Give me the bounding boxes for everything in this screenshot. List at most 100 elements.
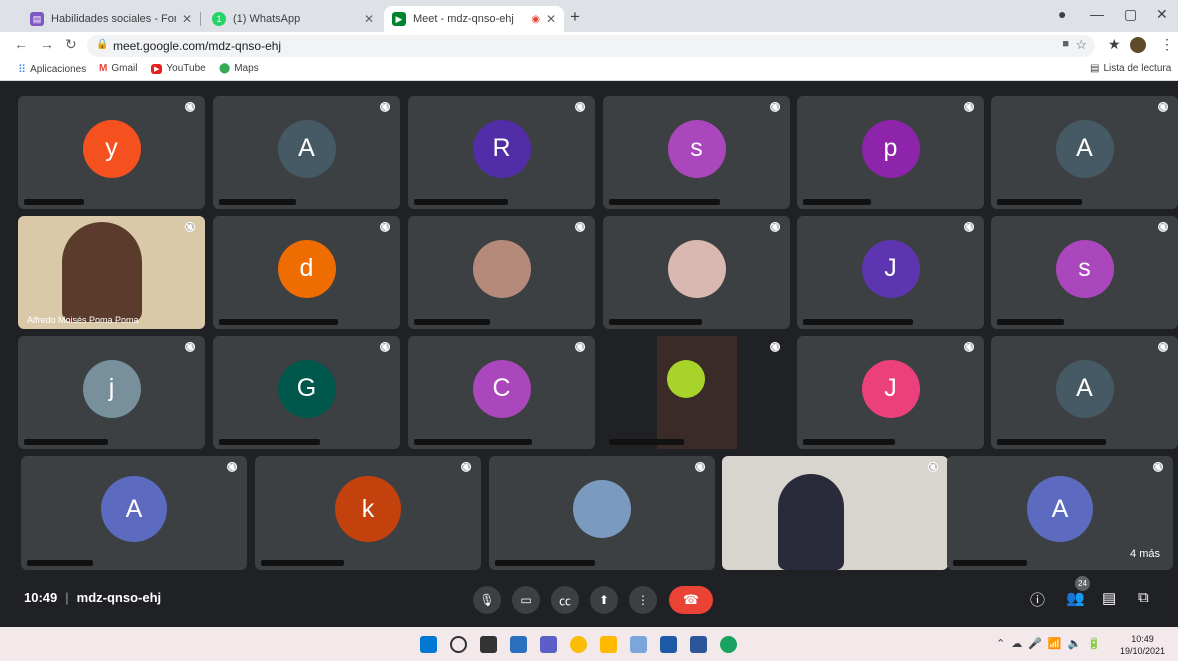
chrome-active-icon[interactable]	[720, 636, 737, 653]
mic-button[interactable]: 🎙	[473, 586, 501, 614]
mic-off-icon: 🔇	[1157, 342, 1169, 352]
participant-tile[interactable]: J 🔇	[797, 216, 984, 329]
store-icon[interactable]	[630, 636, 647, 653]
forward-icon[interactable]: →	[40, 36, 54, 52]
menu-icon[interactable]: ⋮	[1160, 36, 1174, 53]
activities-icon[interactable]: ⧉	[1138, 589, 1149, 606]
camera-icon[interactable]: ■	[1062, 38, 1069, 50]
participant-tile[interactable]: A 🔇	[213, 96, 400, 209]
video-tile-alfredo[interactable]: Alfredo Moisés Poma Poma 🔇	[18, 216, 205, 329]
participant-name	[997, 439, 1106, 445]
search-icon[interactable]	[450, 636, 467, 653]
bookmark-youtube[interactable]: ▶ YouTube	[151, 63, 206, 74]
participant-tile[interactable]: A 🔇	[21, 456, 247, 570]
participant-name	[414, 199, 508, 205]
participant-tile[interactable]: C 🔇	[408, 336, 595, 449]
meeting-code: mdz-qnso-ehj	[76, 590, 162, 605]
tab-whatsapp[interactable]: 1 (1) WhatsApp ✕	[204, 6, 382, 32]
star-icon[interactable]: ☆	[1075, 37, 1087, 53]
participant-tile[interactable]: A 🔇 4 más	[947, 456, 1173, 570]
mic-off-icon: 🔇	[226, 462, 238, 472]
avatar: s	[1055, 239, 1114, 298]
avatar: k	[335, 476, 401, 542]
participant-name	[24, 439, 108, 445]
participant-tile[interactable]: 🔇	[408, 216, 595, 329]
close-icon[interactable]: ✕	[546, 12, 556, 26]
participant-tile[interactable]: y 🔇	[18, 96, 205, 209]
back-icon[interactable]: ←	[14, 36, 28, 52]
participant-tile[interactable]: 🔇	[603, 336, 790, 449]
avatar[interactable]	[1130, 37, 1146, 53]
reload-icon[interactable]: ↻	[65, 36, 77, 53]
captions-button[interactable]: ㏄	[551, 586, 579, 614]
participant-tile[interactable]: j 🔇	[18, 336, 205, 449]
participant-name	[219, 199, 296, 205]
word-icon[interactable]	[690, 636, 707, 653]
participant-name	[997, 199, 1082, 205]
reading-list[interactable]: ▤ Lista de lectura	[1090, 63, 1171, 74]
participant-tile[interactable]: k 🔇	[255, 456, 481, 570]
participant-tile[interactable]: A 🔇	[991, 336, 1178, 449]
profile-icon[interactable]: ●	[1058, 6, 1066, 22]
mic-off-icon: 🔇	[769, 102, 781, 112]
close-icon[interactable]: ✕	[364, 12, 374, 26]
info-icon[interactable]: ⓘ	[1030, 589, 1045, 610]
mic-off-icon: 🔇	[574, 222, 586, 232]
teams-icon[interactable]	[540, 636, 557, 653]
minimize-button[interactable]: —	[1090, 6, 1104, 22]
windows-start-icon[interactable]	[420, 636, 437, 653]
participant-tile[interactable]: p 🔇	[797, 96, 984, 209]
task-view-icon[interactable]	[480, 636, 497, 653]
video-tile-host[interactable]: 🔇	[722, 456, 948, 570]
bookmark-label: Aplicaciones	[30, 64, 87, 75]
participant-tile[interactable]: s 🔇	[991, 216, 1178, 329]
more-participants-label[interactable]: 4 más	[1126, 546, 1164, 562]
participant-tile[interactable]: G 🔇	[213, 336, 400, 449]
camera-feed	[657, 336, 737, 449]
avatar: A	[1055, 119, 1114, 178]
avatar: p	[861, 119, 920, 178]
close-window-button[interactable]: ✕	[1156, 6, 1168, 23]
lock-icon: 🔒	[96, 39, 109, 50]
chat-icon[interactable]: ▤	[1102, 589, 1116, 607]
participant-tile[interactable]: R 🔇	[408, 96, 595, 209]
tab-forms[interactable]: ▤ Habilidades sociales - Formulario ✕	[22, 6, 200, 32]
mic-off-icon: 🔇	[1152, 462, 1164, 472]
system-tray[interactable]: ⌃☁🎤📶🔈🔋	[996, 637, 1107, 650]
mic-off-icon: 🔇	[379, 342, 391, 352]
camera-button[interactable]: ▭	[512, 586, 540, 614]
tab-title: Habilidades sociales - Formulario	[51, 13, 176, 25]
new-tab-button[interactable]: +	[570, 7, 580, 27]
participant-tile[interactable]: A 🔇	[991, 96, 1178, 209]
participant-tile[interactable]: 🔇	[489, 456, 715, 570]
avatar: A	[1055, 359, 1114, 418]
widgets-icon[interactable]	[510, 636, 527, 653]
mail-icon[interactable]	[660, 636, 677, 653]
avatar: G	[277, 359, 336, 418]
participant-name	[609, 199, 720, 205]
more-options-button[interactable]: ⋮	[629, 586, 657, 614]
end-call-button[interactable]: ☎	[669, 586, 713, 614]
mic-off-icon: 🔇	[927, 462, 939, 472]
close-icon[interactable]: ✕	[182, 12, 192, 26]
participant-tile[interactable]: s 🔇	[603, 96, 790, 209]
mic-off-icon: 🔇	[963, 342, 975, 352]
people-icon[interactable]: 👥	[1066, 589, 1085, 607]
participant-tile[interactable]: 🔇	[603, 216, 790, 329]
participant-tile[interactable]: d 🔇	[213, 216, 400, 329]
file-explorer-icon[interactable]	[600, 636, 617, 653]
chrome-icon[interactable]	[570, 636, 587, 653]
present-button[interactable]: ⬆	[590, 586, 618, 614]
mic-off-icon: 🔇	[694, 462, 706, 472]
bookmark-gmail[interactable]: M Gmail	[99, 63, 137, 74]
bookmark-apps[interactable]: ⠿ Aplicaciones	[18, 63, 86, 76]
bookmark-label: Maps	[234, 63, 259, 74]
avatar: s	[667, 119, 726, 178]
url-field[interactable]: 🔒 meet.google.com/mdz-qnso-ehj ■ ☆	[87, 35, 1095, 57]
bookmark-label: Gmail	[111, 63, 138, 74]
maximize-button[interactable]: ▢	[1124, 6, 1137, 23]
bookmark-maps[interactable]: ⬤ Maps	[219, 63, 259, 74]
extensions-icon[interactable]: ★	[1108, 36, 1121, 53]
participant-tile[interactable]: J 🔇	[797, 336, 984, 449]
tab-meet[interactable]: ▶ Meet - mdz-qnso-ehj ◉ ✕	[384, 6, 564, 32]
